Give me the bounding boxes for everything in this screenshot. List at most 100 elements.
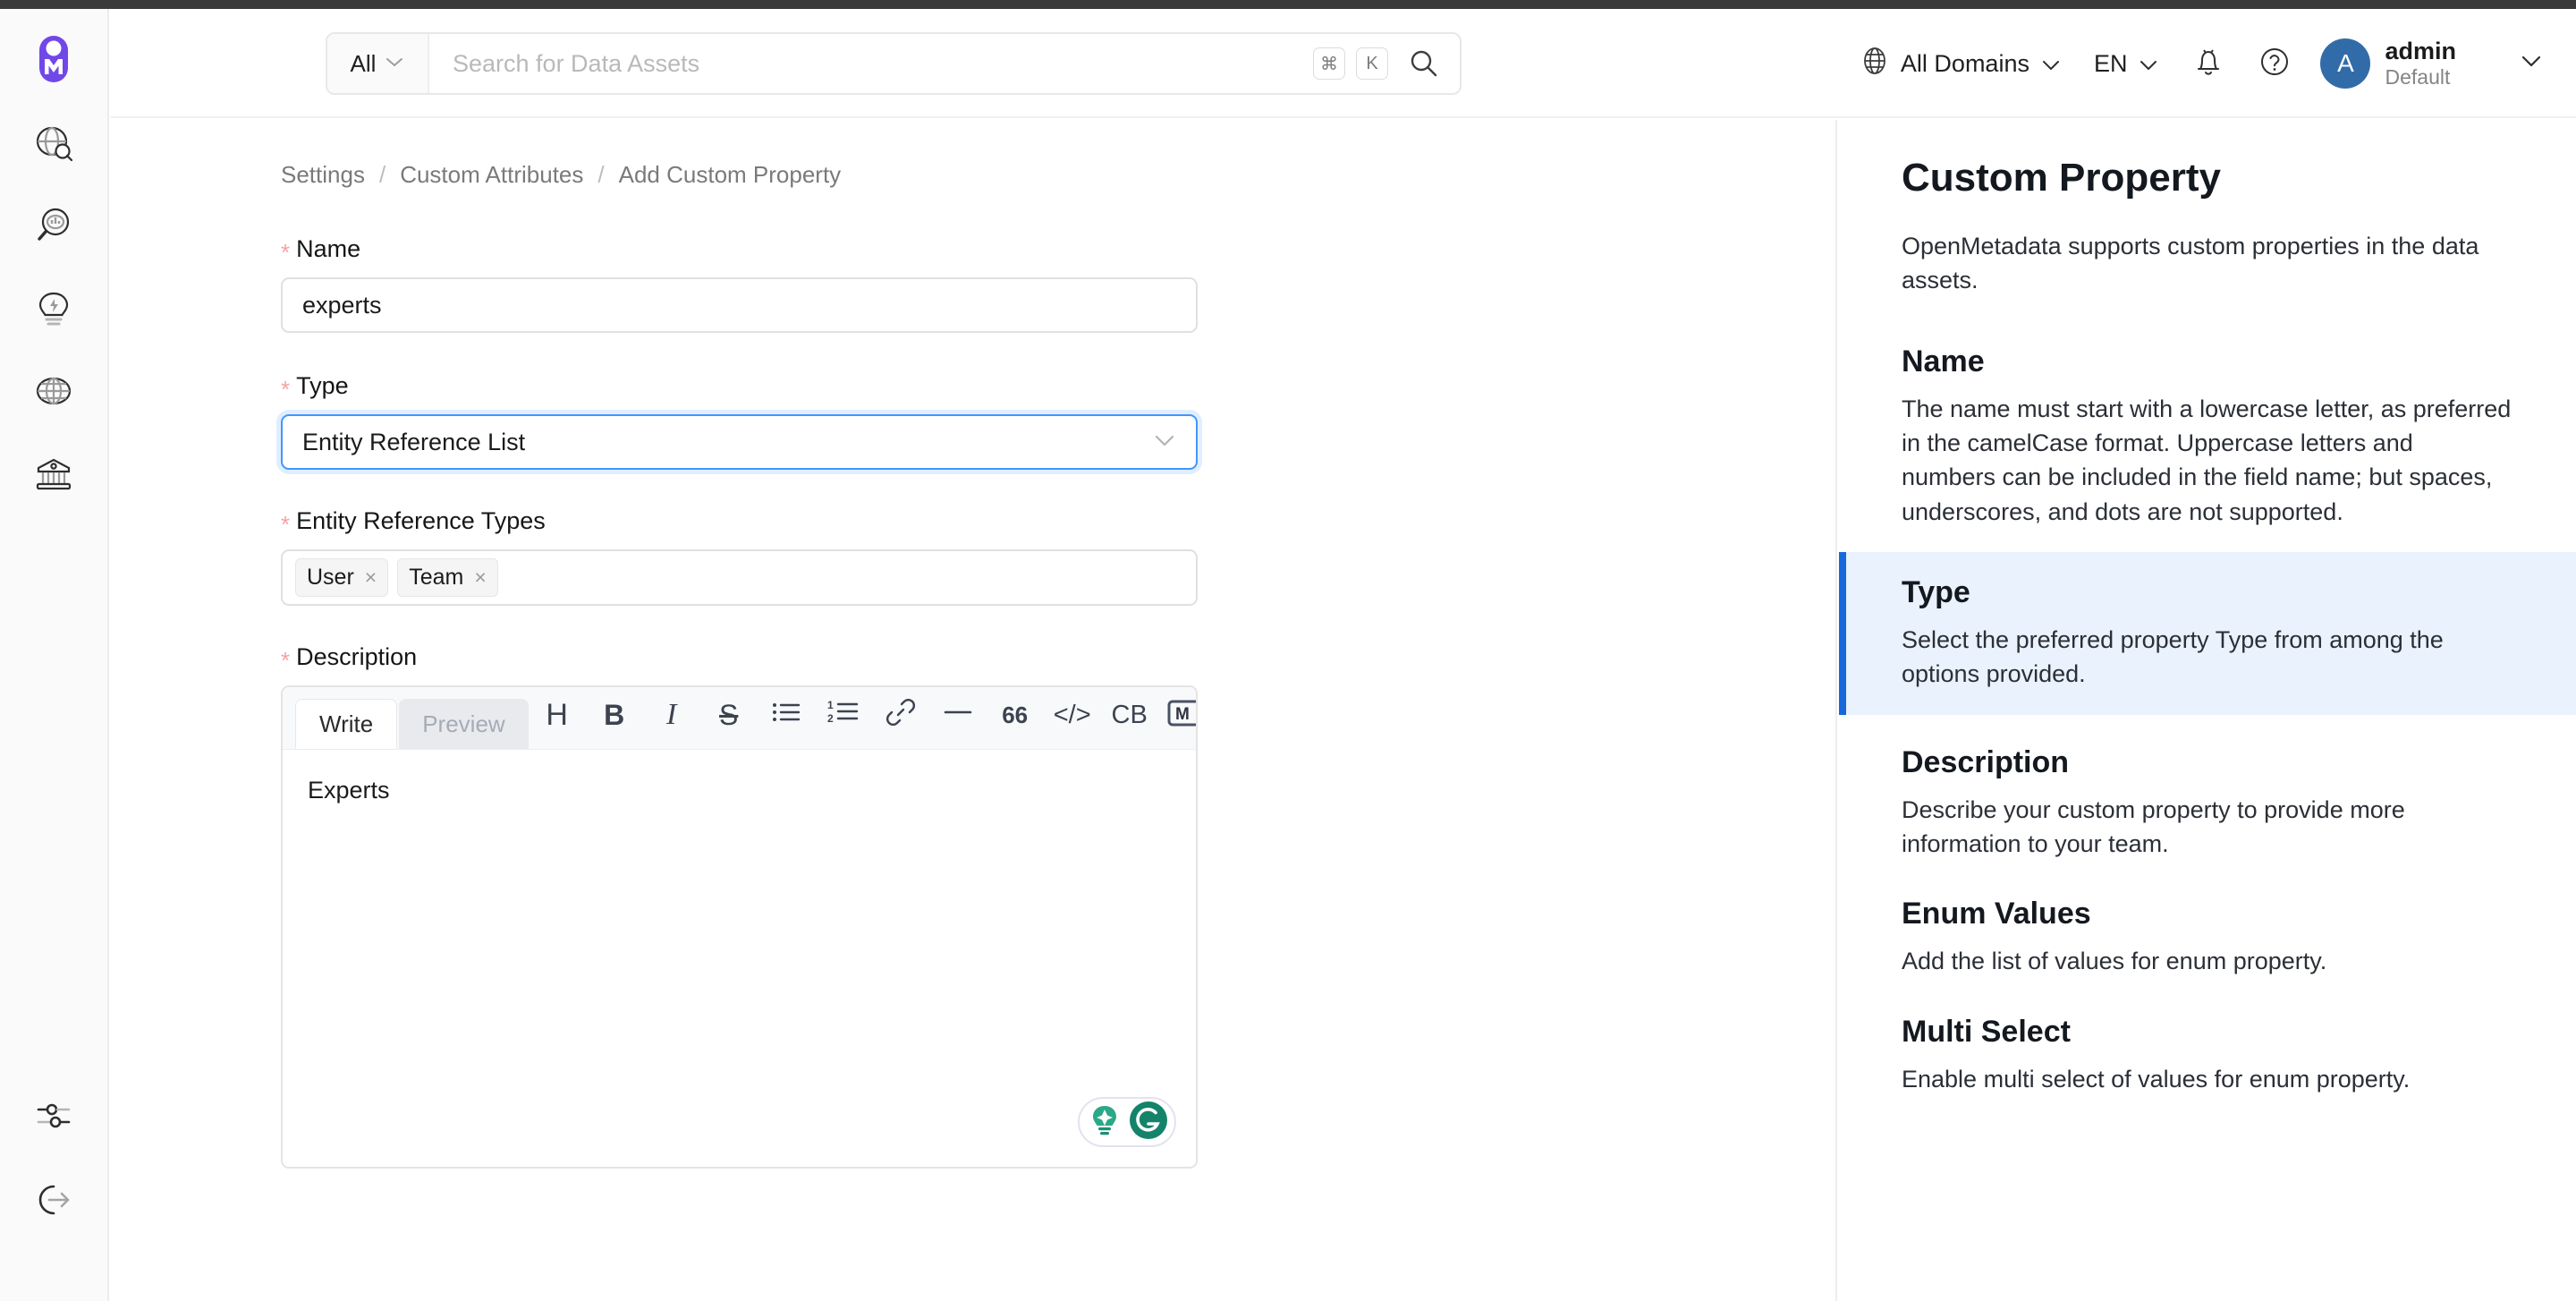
help-button[interactable]: [2249, 38, 2301, 89]
globe-icon: [1860, 46, 1890, 82]
help-section-name: Name The name must start with a lowercas…: [1839, 321, 2576, 552]
global-search-bar[interactable]: All ⌘ K: [326, 32, 1462, 95]
field-description: * Description: [281, 643, 1198, 674]
field-type-label: * Type: [281, 372, 1198, 403]
help-panel-intro: OpenMetadata supports custom properties …: [1902, 233, 2479, 294]
required-marker: *: [281, 239, 291, 266]
sidebar-item-govern[interactable]: [21, 447, 87, 503]
tag-team[interactable]: Team ×: [397, 558, 498, 597]
svg-text:2: 2: [827, 712, 834, 725]
italic-button[interactable]: I: [643, 690, 700, 740]
help-section-body: Enable multi select of values for enum p…: [1902, 1065, 2411, 1093]
markdown-guide-button[interactable]: M: [1158, 690, 1196, 740]
bold-icon: B: [604, 698, 625, 731]
user-info[interactable]: admin Default: [2385, 38, 2456, 90]
description-text: Experts: [308, 777, 390, 804]
sidebar-item-logout[interactable]: [21, 1174, 87, 1229]
search-scope-label: All: [350, 49, 377, 77]
help-section-enum-values: Enum Values Add the list of values for e…: [1839, 884, 2576, 1001]
field-name-label-text: Name: [296, 235, 361, 262]
close-icon[interactable]: ×: [365, 565, 377, 590]
sidebar-item-explore[interactable]: [21, 118, 87, 174]
field-entity-reference-types: * Entity Reference Types User × Team ×: [281, 507, 1198, 606]
entity-reference-types-input[interactable]: User × Team ×: [281, 549, 1198, 606]
required-marker: *: [281, 647, 291, 674]
code-icon: </>: [1053, 700, 1091, 729]
inline-code-button[interactable]: </>: [1044, 690, 1101, 740]
sidebar-item-insights[interactable]: [21, 283, 87, 338]
notifications-button[interactable]: [2182, 38, 2234, 89]
tab-preview[interactable]: Preview: [399, 699, 529, 749]
kbd-k-badge: K: [1356, 47, 1388, 80]
help-circle-icon: [2258, 45, 2292, 83]
app-header: All ⌘ K: [111, 9, 2576, 118]
help-section-heading: Multi Select: [1902, 1014, 2071, 1049]
bullet-list-button[interactable]: [758, 690, 815, 740]
breadcrumb-separator: /: [597, 161, 605, 188]
bold-button[interactable]: B: [586, 690, 643, 740]
user-menu-chevron-down-icon[interactable]: [2519, 54, 2544, 73]
app-root: All ⌘ K: [0, 0, 2576, 1301]
search-input-wrapper: [429, 34, 1313, 93]
sidebar-item-domains[interactable]: [21, 365, 87, 421]
required-marker: *: [281, 376, 291, 403]
bullet-list-icon: [771, 699, 801, 732]
editor-body[interactable]: Experts: [283, 750, 1196, 1167]
svg-text:M: M: [1175, 705, 1190, 724]
blockquote-button[interactable]: 66: [987, 690, 1044, 740]
lightbulb-icon: [33, 288, 74, 334]
close-icon[interactable]: ×: [474, 565, 486, 590]
breadcrumb-item-settings[interactable]: Settings: [281, 161, 365, 189]
grammarly-widget[interactable]: [1078, 1097, 1176, 1147]
globe-search-icon: [33, 123, 74, 169]
sidebar-item-settings[interactable]: [21, 1090, 87, 1145]
editor-tool-group: H B I S 1 2 66 </> CB M: [529, 687, 1196, 749]
code-block-button[interactable]: CB: [1101, 690, 1158, 740]
left-nav-rail: [0, 9, 109, 1301]
horizontal-rule-icon: [943, 699, 973, 732]
grammarly-suggestion-icon: [1085, 1101, 1124, 1144]
breadcrumb-item-custom-attributes[interactable]: Custom Attributes: [400, 161, 583, 189]
strikethrough-button[interactable]: S: [700, 690, 758, 740]
sidebar-item-observability[interactable]: [21, 200, 87, 256]
window-top-strip: [0, 0, 2576, 9]
heading-button[interactable]: H: [529, 690, 586, 740]
main-content: Settings / Custom Attributes / Add Custo…: [111, 120, 1837, 1301]
tab-write[interactable]: Write: [295, 699, 398, 749]
search-input[interactable]: [453, 49, 1290, 78]
tag-user[interactable]: User ×: [295, 558, 389, 597]
help-section-body: Describe your custom property to provide…: [1902, 795, 2405, 857]
domain-selector[interactable]: All Domains: [1843, 37, 2078, 90]
link-button[interactable]: [872, 690, 929, 740]
header-right-cluster: All Domains EN A admin Default: [1843, 9, 2544, 118]
search-icon[interactable]: [1408, 47, 1440, 80]
field-description-label-text: Description: [296, 643, 418, 670]
chevron-down-icon: [2040, 50, 2062, 78]
breadcrumb-separator: /: [378, 161, 386, 188]
field-entity-reference-types-label: * Entity Reference Types: [281, 507, 1198, 538]
help-section-type: Type Select the preferred property Type …: [1839, 551, 2576, 715]
name-input[interactable]: [281, 277, 1198, 333]
openmetadata-logo-icon[interactable]: [27, 32, 80, 86]
chevron-down-icon: [1153, 433, 1176, 452]
help-section-heading: Enum Values: [1902, 897, 2091, 931]
language-selector[interactable]: EN: [2078, 37, 2176, 90]
horizontal-rule-button[interactable]: [929, 690, 987, 740]
chevron-down-icon: [385, 55, 404, 72]
search-shortcut-group: ⌘ K: [1313, 34, 1460, 93]
svg-text:1: 1: [827, 699, 834, 711]
type-select[interactable]: Entity Reference List: [281, 414, 1198, 470]
avatar[interactable]: A: [2320, 38, 2371, 89]
magnifier-chart-icon: [33, 206, 74, 251]
link-icon: [886, 698, 916, 732]
globe-icon: [33, 370, 74, 416]
italic-icon: I: [666, 698, 677, 731]
grammarly-logo-icon: [1128, 1100, 1169, 1145]
domain-selector-label: All Domains: [1900, 49, 2029, 77]
markdown-icon: M: [1167, 696, 1196, 735]
required-marker: *: [281, 511, 291, 538]
search-scope-selector[interactable]: All: [327, 34, 429, 93]
numbered-list-button[interactable]: 1 2: [815, 690, 872, 740]
rail-primary-items: [0, 118, 107, 503]
breadcrumb-item-add-custom-property: Add Custom Property: [618, 161, 842, 188]
